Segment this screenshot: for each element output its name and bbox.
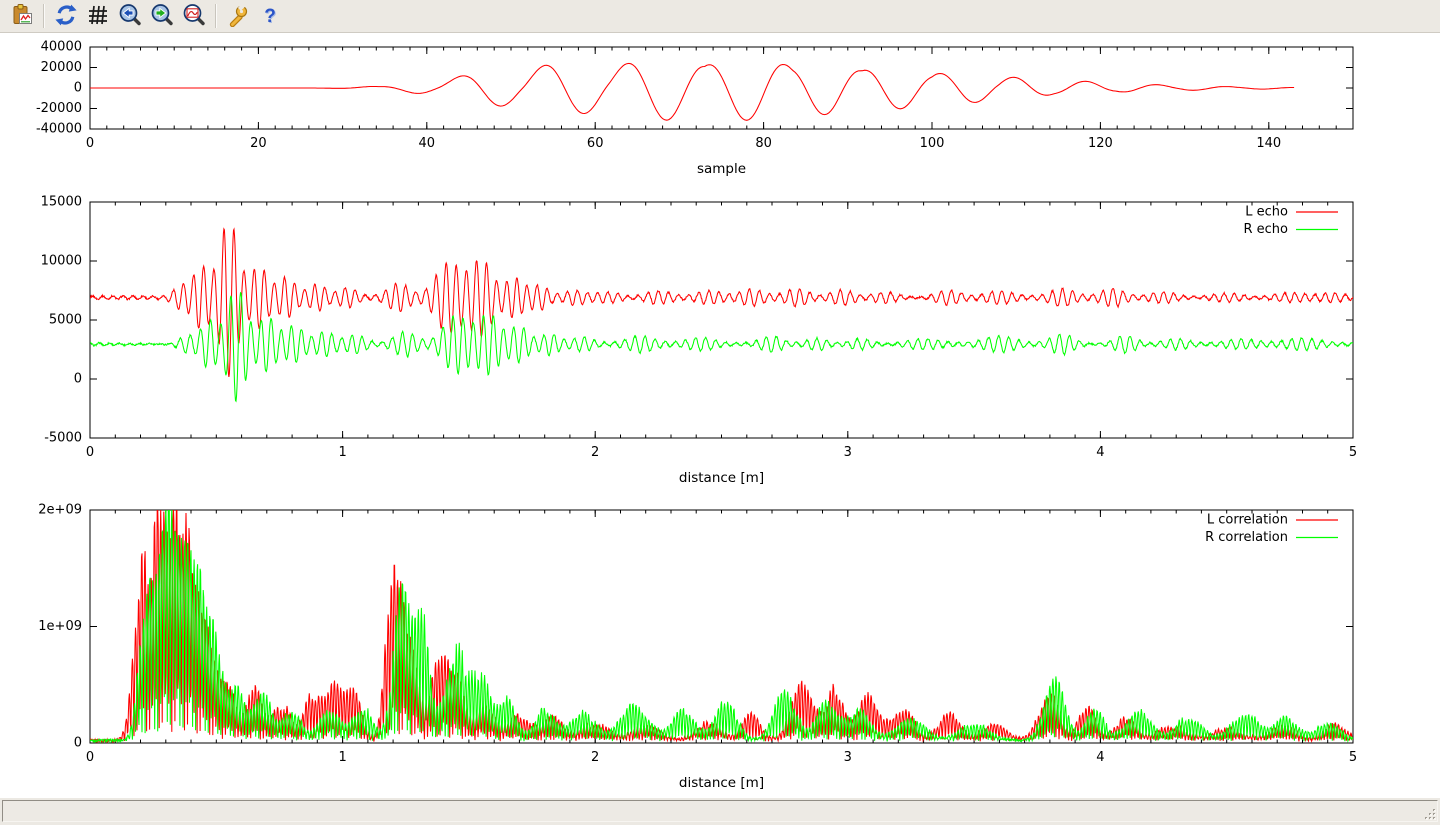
x-tick-label: 2 [591, 750, 599, 765]
config-icon [226, 3, 250, 30]
x-tick-label: 5 [1349, 750, 1357, 765]
series-line-r-echo [90, 293, 1353, 401]
gnuplot-multiplot: 020406080100120140-40000-200000200004000… [0, 34, 1440, 798]
legend-label: L correlation [1207, 513, 1288, 528]
series-line-pulse [90, 63, 1294, 120]
x-tick-label: 140 [1256, 136, 1281, 151]
zoom-previous-icon [118, 3, 142, 30]
y-tick-label: 1e+09 [38, 619, 82, 634]
y-tick-label: -20000 [36, 101, 82, 116]
toolbar-separator [43, 4, 45, 28]
resize-grip-icon[interactable] [1423, 807, 1437, 821]
y-tick-label: 20000 [41, 60, 82, 75]
zoom-previous-button[interactable] [115, 2, 145, 30]
status-bar [0, 798, 1440, 825]
series-group [90, 63, 1294, 120]
x-tick-label: 80 [755, 136, 772, 151]
x-tick-label: 100 [920, 136, 945, 151]
plot-border [90, 202, 1353, 438]
x-tick-label: 0 [86, 136, 94, 151]
toolbar-separator [215, 4, 217, 28]
copy-plot-button[interactable] [7, 2, 37, 30]
plot-echo: 0 1 2 3 4 5 -5000 0 5000 10000 15000 distance [m] L … [41, 195, 1358, 487]
status-message [2, 800, 1438, 822]
y-tick-label: -40000 [36, 122, 82, 137]
legend: L correlation R correlation [1205, 513, 1338, 546]
x-tick-label: 120 [1088, 136, 1113, 151]
y-tick-label: 5000 [49, 313, 82, 328]
x-tick-label: 1 [338, 750, 346, 765]
replot-button[interactable] [51, 2, 81, 30]
series-group [90, 508, 1353, 742]
grid-icon [86, 3, 110, 30]
help-icon: ? [264, 7, 276, 26]
plot-pulse: 0 20 40 60 80 100 120 140 -40000 -20000 0 20000 4000… [36, 40, 1353, 178]
zoom-next-button[interactable] [147, 2, 177, 30]
plot-canvas[interactable]: 020406080100120140-40000-200000200004000… [0, 34, 1440, 798]
axis-ticks [90, 202, 1353, 438]
y-tick-label: 40000 [41, 40, 82, 55]
y-tick-label: 2e+09 [38, 503, 82, 518]
y-tick-label: 0 [74, 372, 82, 387]
x-tick-label: 4 [1096, 445, 1104, 460]
x-tick-label: 1 [338, 445, 346, 460]
plot-correlation: 0 1 2 3 4 5 0 1e+09 2e+09 distance [m] L correlati… [38, 503, 1357, 792]
x-tick-label: 0 [86, 750, 94, 765]
autoscale-icon [182, 3, 206, 30]
x-tick-label: 40 [419, 136, 436, 151]
x-tick-label: 2 [591, 445, 599, 460]
x-axis-label: sample [697, 161, 746, 177]
legend-label: R echo [1243, 222, 1288, 237]
series-line-l-echo [90, 229, 1353, 377]
grid-toggle-button[interactable] [83, 2, 113, 30]
legend-label: R correlation [1205, 530, 1288, 545]
x-axis-label: distance [m] [679, 470, 764, 486]
replot-icon [54, 3, 78, 30]
y-tick-label: 0 [74, 81, 82, 96]
y-tick-label: 15000 [41, 195, 82, 210]
legend-label: L echo [1245, 205, 1288, 220]
x-tick-label: 20 [250, 136, 267, 151]
autoscale-button[interactable] [179, 2, 209, 30]
series-line-r-correlation [90, 508, 1353, 742]
legend: L echo R echo [1243, 205, 1338, 238]
help-button[interactable]: ? [255, 2, 285, 30]
x-axis-label: distance [m] [679, 775, 764, 791]
x-tick-label: 5 [1349, 445, 1357, 460]
copy-plot-icon [10, 3, 34, 30]
x-tick-label: 3 [844, 750, 852, 765]
x-tick-label: 0 [86, 445, 94, 460]
zoom-next-icon [150, 3, 174, 30]
toolbar: ? [0, 0, 1440, 33]
x-tick-label: 4 [1096, 750, 1104, 765]
x-tick-label: 3 [844, 445, 852, 460]
x-tick-label: 60 [587, 136, 604, 151]
config-button[interactable] [223, 2, 253, 30]
y-tick-label: 0 [74, 736, 82, 751]
y-tick-label: 10000 [41, 254, 82, 269]
y-tick-label: -5000 [44, 431, 82, 446]
series-group [90, 229, 1353, 401]
